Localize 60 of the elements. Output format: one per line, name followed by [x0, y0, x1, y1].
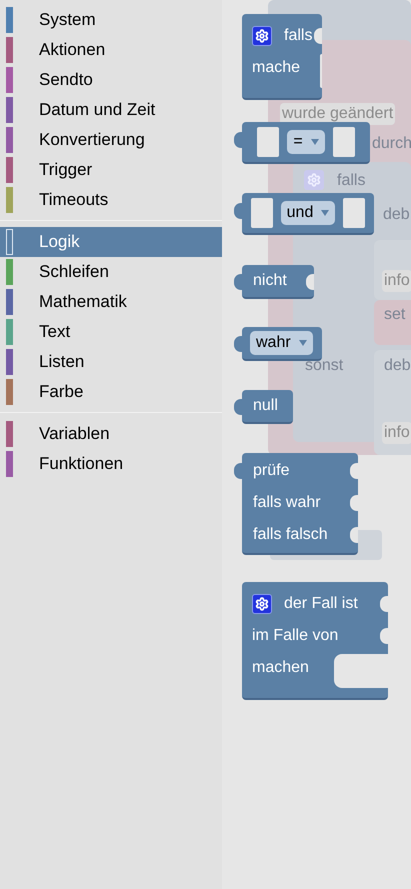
category-item[interactable]: Logik: [0, 227, 222, 257]
input-notch: [380, 628, 388, 644]
category-item[interactable]: Mathematik: [0, 287, 222, 317]
category-item[interactable]: Farbe: [0, 377, 222, 407]
faded-block-label: deb: [383, 205, 410, 225]
caret-icon: [321, 210, 330, 216]
input-slot: [343, 198, 366, 228]
category-item[interactable]: Trigger: [0, 155, 222, 185]
input-slot: [250, 198, 273, 228]
category-item[interactable]: Schleifen: [0, 257, 222, 287]
input-slot: [257, 127, 280, 157]
logic-block[interactable]: null: [242, 390, 293, 424]
block-label: nicht: [252, 271, 287, 291]
block-label: falls wahr: [253, 493, 321, 513]
category-item[interactable]: System: [0, 5, 222, 35]
block-label: im Falle von: [252, 626, 338, 646]
category-item[interactable]: Text: [0, 317, 222, 347]
block-label: machen: [252, 658, 309, 678]
dropdown-field[interactable]: =: [287, 130, 325, 154]
faded-gear-icon: [304, 170, 324, 190]
block-label: mache: [252, 58, 300, 78]
faded-block-label: set: [384, 305, 406, 325]
input-notch: [350, 463, 358, 479]
input-notch: [350, 495, 358, 511]
category-item[interactable]: Funktionen: [0, 449, 222, 479]
category-item[interactable]: Variablen: [0, 419, 222, 449]
gear-icon[interactable]: [252, 26, 272, 46]
logic-block[interactable]: =: [242, 122, 370, 164]
faded-block-label: durch: [372, 134, 411, 154]
input-slot: [332, 127, 355, 157]
logic-block[interactable]: nicht: [242, 265, 314, 299]
caret-icon: [310, 139, 319, 145]
dropdown-field[interactable]: und: [280, 201, 336, 225]
block-label: falls falsch: [253, 525, 328, 545]
category-item[interactable]: Listen: [0, 347, 222, 377]
block-label: falls: [284, 26, 312, 46]
input-notch: [350, 527, 358, 543]
block-label: der Fall ist: [284, 594, 358, 614]
faded-block-label: deb: [384, 356, 411, 376]
statement-slot: [334, 654, 388, 688]
dropdown-field[interactable]: wahr: [250, 331, 313, 355]
statement-block[interactable]: der Fall ist im Falle von machen: [242, 582, 388, 700]
faded-block-label: info: [382, 270, 411, 292]
block-label: prüfe: [253, 461, 290, 481]
input-notch: [314, 28, 322, 44]
category-item[interactable]: Aktionen: [0, 35, 222, 65]
caret-icon: [298, 340, 307, 346]
logic-block[interactable]: und: [242, 193, 374, 235]
category-item[interactable]: Konvertierung: [0, 125, 222, 155]
logic-block[interactable]: prüfe falls wahr falls falsch: [242, 453, 358, 555]
block-label: null: [252, 396, 278, 416]
input-notch: [380, 596, 388, 612]
faded-block-label: info: [382, 422, 411, 444]
logic-block[interactable]: wahr: [242, 327, 322, 361]
gear-icon[interactable]: [252, 594, 272, 614]
category-item[interactable]: Datum und Zeit: [0, 95, 222, 125]
faded-block-label: falls: [337, 171, 366, 191]
statement-block[interactable]: falls mache: [242, 14, 322, 100]
category-item[interactable]: Sendto: [0, 65, 222, 95]
category-item[interactable]: Timeouts: [0, 185, 222, 215]
